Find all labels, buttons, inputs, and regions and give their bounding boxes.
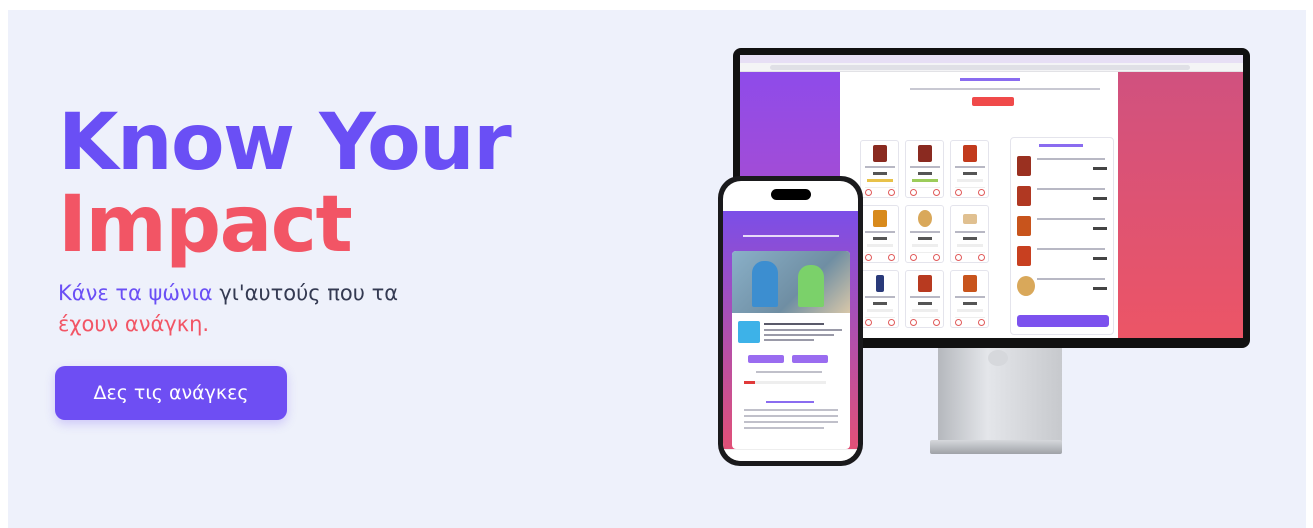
page-gradient-right [1118,72,1243,338]
subtitle-highlight-purple: Κάνε τα ψώνια [58,281,213,305]
mock-product-card [950,270,989,328]
mock-phone-button [792,355,828,363]
mock-product-card [905,205,944,263]
mock-page-subtitle [910,88,1100,90]
subtitle-highlight-red: έχουν ανάγκη. [58,312,210,336]
mock-page-title [960,78,1020,81]
mock-cart-button [1017,315,1109,327]
mock-product-card [950,140,989,198]
hero-headline: Know Your Impact [58,98,512,270]
mock-product-card [905,140,944,198]
smartphone-mockup [718,176,863,466]
organization-logo [738,321,760,343]
mock-progress-bar [744,381,826,384]
mock-phone-button [748,355,784,363]
phone-screen [723,181,858,461]
subtitle-text: γι'αυτούς που τα [212,281,399,305]
headline-line-1: Know Your [58,98,512,188]
mock-product-card [950,205,989,263]
monitor-stand-notch [988,350,1008,366]
mock-cart-panel [1010,137,1114,335]
mock-product-card [860,270,899,328]
mock-red-button [972,97,1014,106]
see-needs-button[interactable]: Δες τις ανάγκες [55,366,287,420]
mock-product-card [860,205,899,263]
mock-product-card [905,270,944,328]
children-photo [732,251,850,313]
hero-subtitle: Κάνε τα ψώνια γι'αυτούς που τα έχουν ανά… [58,278,398,340]
browser-tab-bar [740,55,1243,63]
headline-line-2: Impact [58,180,353,270]
phone-dynamic-island [771,189,811,200]
phone-back-link [743,235,839,237]
browser-url-bar [740,63,1243,72]
phone-nav-bar [723,449,858,461]
mock-product-card [860,140,899,198]
monitor-base [930,440,1062,454]
phone-needs-card [732,251,850,449]
